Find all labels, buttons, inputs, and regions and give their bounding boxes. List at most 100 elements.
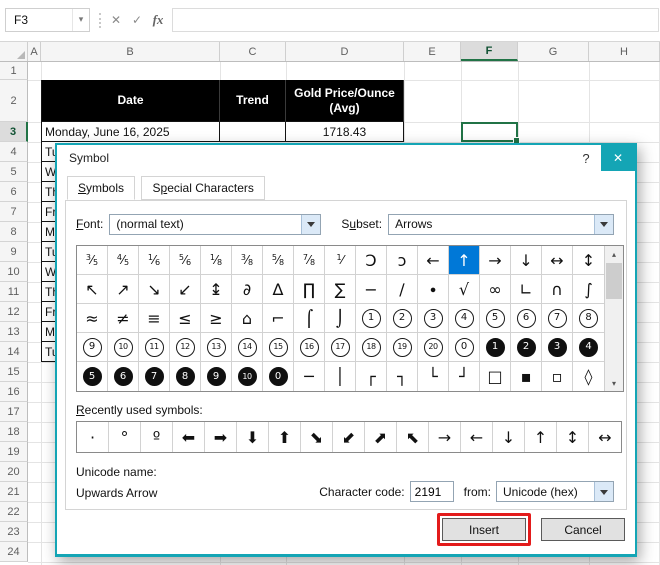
symbol-cell[interactable]: 6 xyxy=(108,362,139,391)
symbol-cell[interactable]: 10 xyxy=(108,333,139,362)
name-box-dropdown-icon[interactable]: ▾ xyxy=(72,9,89,31)
symbol-cell[interactable]: 18 xyxy=(356,333,387,362)
column-header-F[interactable]: F xyxy=(461,42,518,61)
recent-symbol-cell[interactable]: · xyxy=(77,422,109,452)
recent-symbol-cell[interactable]: ⬋ xyxy=(333,422,365,452)
symbol-cell[interactable]: 1 xyxy=(480,333,511,362)
row-header-6[interactable]: 6 xyxy=(0,182,28,202)
insert-function-icon[interactable]: fx xyxy=(148,8,168,32)
symbol-cell[interactable]: ∙ xyxy=(418,275,449,304)
symbol-cell[interactable]: ∫ xyxy=(573,275,604,304)
dialog-titlebar[interactable]: Symbol ? ✕ xyxy=(57,145,635,171)
symbol-cell[interactable]: 4 xyxy=(449,304,480,333)
symbol-cell[interactable]: 5 xyxy=(480,304,511,333)
row-header-4[interactable]: 4 xyxy=(0,142,28,162)
column-header-E[interactable]: E xyxy=(404,42,461,61)
tab-special-characters[interactable]: Special Characters xyxy=(141,176,265,200)
symbol-cell[interactable]: ┌ xyxy=(356,362,387,391)
cancel-button[interactable]: Cancel xyxy=(541,518,625,541)
symbol-cell[interactable]: ┐ xyxy=(387,362,418,391)
symbol-cell[interactable]: 9 xyxy=(201,362,232,391)
symbol-grid-scrollbar[interactable]: ▴ ▾ xyxy=(604,246,623,391)
row-header-12[interactable]: 12 xyxy=(0,302,28,322)
row-header-24[interactable]: 24 xyxy=(0,542,28,562)
symbol-cell[interactable]: ↗ xyxy=(108,275,139,304)
symbol-cell[interactable]: ⌐ xyxy=(263,304,294,333)
symbol-cell[interactable]: 3 xyxy=(418,304,449,333)
recent-symbol-cell[interactable]: º xyxy=(141,422,173,452)
font-combobox[interactable]: (normal text) xyxy=(109,213,322,235)
recent-symbol-cell[interactable]: ↑ xyxy=(525,422,557,452)
symbol-cell[interactable]: ⌠ xyxy=(294,304,325,333)
symbol-cell[interactable]: ▫ xyxy=(542,362,573,391)
symbol-cell[interactable]: 9 xyxy=(77,333,108,362)
column-header-D[interactable]: D xyxy=(286,42,404,61)
symbol-cell[interactable]: 1⁄6 xyxy=(139,246,170,275)
symbol-cell[interactable]: 6 xyxy=(511,304,542,333)
row-header-10[interactable]: 10 xyxy=(0,262,28,282)
cell-d3-price[interactable]: 1718.43 xyxy=(286,122,404,142)
symbol-cell[interactable]: ∂ xyxy=(232,275,263,304)
symbol-cell[interactable]: ◊ xyxy=(573,362,604,391)
recent-symbol-cell[interactable]: ↕ xyxy=(557,422,589,452)
symbol-cell[interactable]: ∏ xyxy=(294,275,325,304)
subset-dropdown-icon[interactable] xyxy=(594,214,613,234)
column-header-G[interactable]: G xyxy=(518,42,589,61)
character-code-input[interactable] xyxy=(409,481,454,502)
symbol-cell[interactable]: 7⁄8 xyxy=(294,246,325,275)
symbol-cell[interactable]: ─ xyxy=(294,362,325,391)
symbol-cell[interactable]: ⌂ xyxy=(232,304,263,333)
column-header-C[interactable]: C xyxy=(220,42,286,61)
symbol-cell[interactable]: ⌡ xyxy=(325,304,356,333)
table-header-price[interactable]: Gold Price/Ounce (Avg) xyxy=(286,80,404,122)
symbol-cell[interactable]: ≥ xyxy=(201,304,232,333)
symbol-cell[interactable]: 8 xyxy=(170,362,201,391)
selected-cell-f3[interactable] xyxy=(461,122,520,144)
row-header-11[interactable]: 11 xyxy=(0,282,28,302)
formula-cancel-icon[interactable]: ✕ xyxy=(106,8,126,32)
symbol-cell[interactable]: 2 xyxy=(387,304,418,333)
symbol-cell[interactable]: ↕ xyxy=(573,246,604,275)
subset-combobox[interactable]: Arrows xyxy=(388,213,614,235)
table-header-date[interactable]: Date xyxy=(41,80,220,122)
symbol-cell[interactable]: 17 xyxy=(325,333,356,362)
row-header-23[interactable]: 23 xyxy=(0,522,28,542)
recent-symbol-cell[interactable]: ↔ xyxy=(589,422,621,452)
symbol-cell[interactable]: └ xyxy=(418,362,449,391)
row-header-16[interactable]: 16 xyxy=(0,382,28,402)
symbol-cell[interactable]: ∕ xyxy=(387,275,418,304)
symbol-cell[interactable]: 4 xyxy=(573,333,604,362)
symbol-cell[interactable]: 13 xyxy=(201,333,232,362)
recent-symbol-cell[interactable]: ↓ xyxy=(493,422,525,452)
symbol-cell[interactable]: ɔ xyxy=(387,246,418,275)
row-header-14[interactable]: 14 xyxy=(0,342,28,362)
symbol-cell[interactable]: 0 xyxy=(263,362,294,391)
row-header-7[interactable]: 7 xyxy=(0,202,28,222)
select-all-corner[interactable] xyxy=(0,42,28,61)
column-header-B[interactable]: B xyxy=(41,42,220,61)
row-header-5[interactable]: 5 xyxy=(0,162,28,182)
symbol-cell[interactable]: 15 xyxy=(263,333,294,362)
symbol-cell[interactable]: 3⁄8 xyxy=(232,246,263,275)
symbol-cell[interactable]: ↓ xyxy=(511,246,542,275)
symbol-cell[interactable]: 5 xyxy=(77,362,108,391)
symbol-cell[interactable]: ∆ xyxy=(263,275,294,304)
recent-symbol-cell[interactable]: → xyxy=(429,422,461,452)
row-header-15[interactable]: 15 xyxy=(0,362,28,382)
symbol-cell[interactable]: ↖ xyxy=(77,275,108,304)
symbol-cell[interactable]: ▪ xyxy=(511,362,542,391)
symbol-cell[interactable]: Ɔ xyxy=(356,246,387,275)
recent-symbol-cell[interactable]: ⬇ xyxy=(237,422,269,452)
column-header-H[interactable]: H xyxy=(589,42,660,61)
symbol-cell[interactable]: 3 xyxy=(542,333,573,362)
symbol-cell[interactable]: ≠ xyxy=(108,304,139,333)
from-dropdown-icon[interactable] xyxy=(594,482,613,501)
row-header-17[interactable]: 17 xyxy=(0,402,28,422)
symbol-cell[interactable]: ≡ xyxy=(139,304,170,333)
symbol-cell[interactable]: │ xyxy=(325,362,356,391)
symbol-cell-selected[interactable]: ↑ xyxy=(449,246,480,275)
symbol-cell[interactable]: 19 xyxy=(387,333,418,362)
symbol-cell[interactable]: 2 xyxy=(511,333,542,362)
row-header-20[interactable]: 20 xyxy=(0,462,28,482)
formula-bar[interactable] xyxy=(172,8,659,32)
